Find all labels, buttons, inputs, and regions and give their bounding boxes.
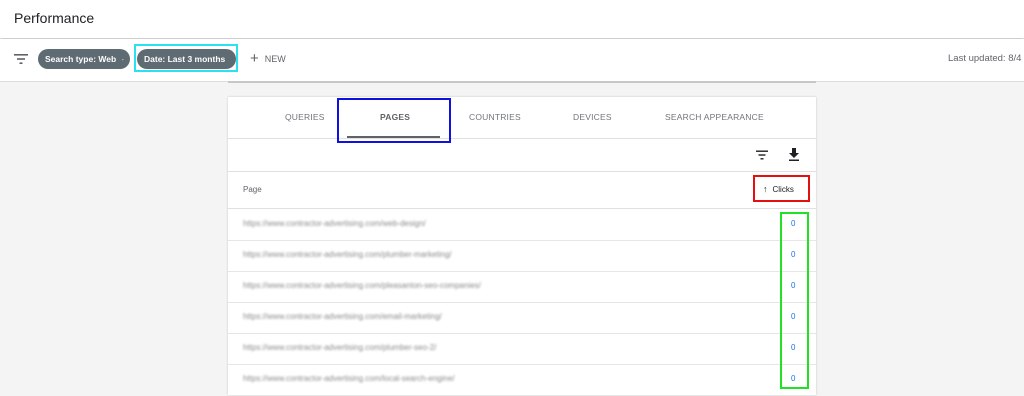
table-row[interactable]: https://www.contractor-advertising.com/p…: [228, 271, 816, 303]
chart-card-bottom-edge: [228, 81, 816, 83]
page-url[interactable]: https://www.contractor-advertising.com/e…: [243, 312, 442, 321]
tab-countries[interactable]: COUNTRIES: [469, 112, 521, 122]
results-table-card: QUERIES PAGES COUNTRIES DEVICES SEARCH A…: [228, 97, 816, 396]
page-url[interactable]: https://www.contractor-advertising.com/p…: [243, 281, 481, 290]
plus-icon: +: [250, 50, 259, 67]
dimension-tabs: QUERIES PAGES COUNTRIES DEVICES SEARCH A…: [228, 97, 816, 139]
search-type-chip[interactable]: Search type: Web: [38, 49, 130, 69]
table-row[interactable]: https://www.contractor-advertising.com/p…: [228, 240, 816, 272]
edit-pencil-icon: [122, 58, 124, 60]
tab-search-appearance[interactable]: SEARCH APPEARANCE: [665, 112, 764, 122]
new-filter-label: NEW: [264, 54, 286, 64]
tab-devices[interactable]: DEVICES: [573, 112, 612, 122]
page-url[interactable]: https://www.contractor-advertising.com/p…: [243, 250, 452, 259]
table-row[interactable]: https://www.contractor-advertising.com/e…: [228, 302, 816, 334]
page-title: Performance: [14, 10, 95, 26]
page-url[interactable]: https://www.contractor-advertising.com/l…: [243, 374, 455, 383]
annotation-box-red: [753, 175, 810, 202]
column-header-page[interactable]: Page: [243, 185, 262, 194]
annotation-box-cyan: [134, 44, 238, 72]
filter-rows-icon[interactable]: [756, 150, 768, 160]
new-filter-button[interactable]: + NEW: [250, 51, 286, 67]
last-updated-text: Last updated: 8/4: [948, 53, 1022, 64]
table-row[interactable]: https://www.contractor-advertising.com/w…: [228, 209, 816, 241]
table-row[interactable]: https://www.contractor-advertising.com/l…: [228, 364, 816, 396]
annotation-box-blue: [337, 98, 451, 143]
table-toolbar: [228, 138, 816, 172]
table-header-row: Page ↑ Clicks: [228, 172, 816, 209]
search-type-chip-label: Search type: Web: [45, 54, 117, 64]
table-row[interactable]: https://www.contractor-advertising.com/p…: [228, 333, 816, 365]
page-url[interactable]: https://www.contractor-advertising.com/p…: [243, 343, 436, 352]
tab-queries[interactable]: QUERIES: [285, 112, 325, 122]
top-app-bar: Performance: [0, 0, 1024, 38]
download-icon[interactable]: [788, 148, 800, 161]
page-url[interactable]: https://www.contractor-advertising.com/w…: [243, 219, 426, 228]
filter-icon[interactable]: [14, 53, 28, 65]
annotation-box-green: [780, 212, 809, 389]
